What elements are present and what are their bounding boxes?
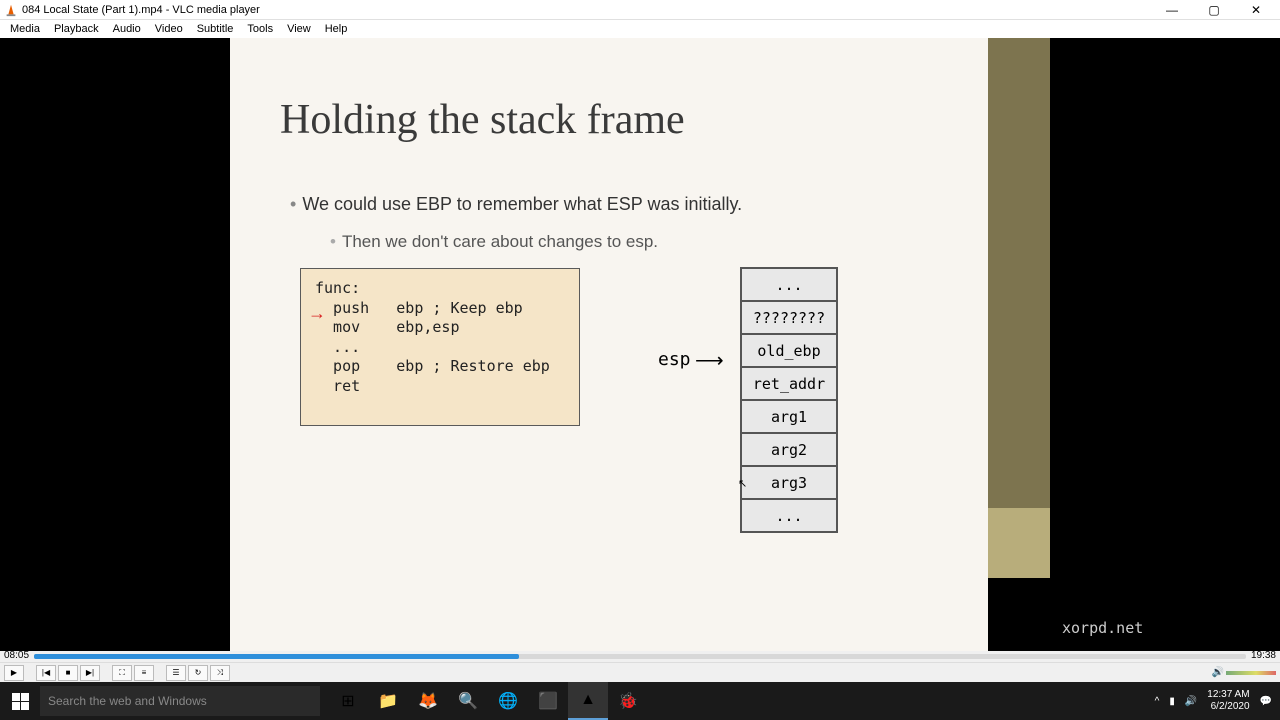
next-button[interactable]: ▶| [80, 665, 100, 681]
notification-icon[interactable]: 💬 [1260, 696, 1272, 707]
volume-tray-icon[interactable]: 🔊 [1185, 696, 1197, 707]
app-icon[interactable]: 🐞 [608, 682, 648, 720]
playlist-button[interactable]: ☰ [166, 665, 186, 681]
slide-bullet-1: •We could use EBP to remember what ESP w… [290, 194, 742, 215]
stack-cell: ... [741, 499, 837, 532]
seek-bar[interactable] [34, 654, 1246, 659]
close-button[interactable]: ✕ [1244, 2, 1268, 18]
menu-audio[interactable]: Audio [107, 21, 147, 37]
minimize-button[interactable]: — [1160, 2, 1184, 18]
time-elapsed[interactable]: 08:05 [4, 650, 29, 661]
menu-help[interactable]: Help [319, 21, 354, 37]
video-display[interactable]: Holding the stack frame •We could use EB… [0, 38, 1280, 651]
firefox-icon[interactable]: 🦊 [408, 682, 448, 720]
stack-cell: arg3 [741, 466, 837, 499]
windows-logo-icon [12, 693, 29, 710]
window-title: 084 Local State (Part 1).mp4 - VLC media… [22, 4, 1160, 16]
app-icon[interactable]: 🔍 [448, 682, 488, 720]
slide-title: Holding the stack frame [280, 96, 685, 144]
vlc-taskbar-icon[interactable]: ▲ [568, 682, 608, 720]
stack-cell: arg1 [741, 400, 837, 433]
arrow-icon: ⟶ [695, 348, 724, 373]
extended-button[interactable]: ≡ [134, 665, 154, 681]
cursor-icon: ↖ [738, 477, 747, 490]
menu-subtitle[interactable]: Subtitle [191, 21, 240, 37]
volume-icon[interactable]: 🔊 [1212, 667, 1224, 678]
stack-cell: ... [741, 268, 837, 301]
arrow-icon: → [308, 303, 326, 324]
menu-video[interactable]: Video [149, 21, 189, 37]
vlc-cone-icon [4, 3, 18, 17]
stack-cell: old_ebp [741, 334, 837, 367]
battery-icon[interactable]: ▮ [1169, 696, 1175, 707]
start-button[interactable] [0, 682, 40, 720]
menu-view[interactable]: View [281, 21, 317, 37]
app-icon[interactable]: ⬛ [528, 682, 568, 720]
stack-cell: arg2 [741, 433, 837, 466]
volume-slider[interactable] [1226, 671, 1276, 675]
loop-button[interactable]: ↻ [188, 665, 208, 681]
stack-diagram: ... ???????? old_ebp ret_addr arg1 arg2 … [740, 267, 838, 533]
code-block: func: push ebp ; Keep ebp mov ebp,esp ..… [300, 268, 580, 426]
task-view-icon[interactable]: ⊞ [328, 682, 368, 720]
play-button[interactable]: ▶ [4, 665, 24, 681]
esp-label: esp [658, 349, 691, 370]
stack-cell: ???????? [741, 301, 837, 334]
time-total[interactable]: 19:38 [1251, 650, 1276, 661]
menu-tools[interactable]: Tools [241, 21, 279, 37]
file-explorer-icon[interactable]: 📁 [368, 682, 408, 720]
stop-button[interactable]: ■ [58, 665, 78, 681]
search-input[interactable]: Search the web and Windows [40, 686, 320, 716]
watermark: xorpd.net [1062, 619, 1143, 637]
stack-cell: ret_addr [741, 367, 837, 400]
chrome-icon[interactable]: 🌐 [488, 682, 528, 720]
tray-chevron-icon[interactable]: ^ [1155, 696, 1160, 707]
menu-playback[interactable]: Playback [48, 21, 105, 37]
prev-button[interactable]: |◀ [36, 665, 56, 681]
slide-bullet-2: •Then we don't care about changes to esp… [330, 232, 658, 252]
system-clock[interactable]: 12:37 AM 6/2/2020 [1207, 689, 1249, 713]
menu-media[interactable]: Media [4, 21, 46, 37]
seek-progress [34, 654, 519, 659]
random-button[interactable]: ⤨ [210, 665, 230, 681]
maximize-button[interactable]: ▢ [1202, 2, 1226, 18]
menu-bar: Media Playback Audio Video Subtitle Tool… [0, 20, 1280, 38]
fullscreen-button[interactable]: ⛶ [112, 665, 132, 681]
